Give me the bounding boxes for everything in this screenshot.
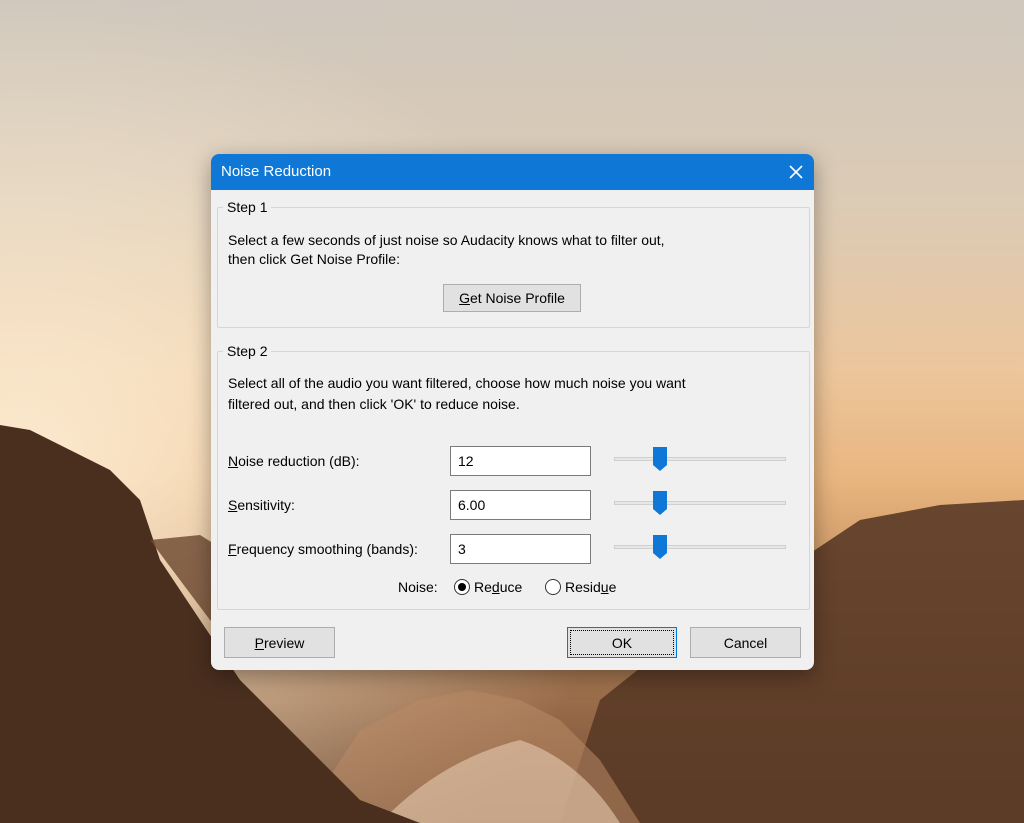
- residue-radio-label[interactable]: Residue: [565, 577, 616, 597]
- close-icon: [789, 165, 803, 179]
- noise-mode-label: Noise:: [398, 579, 438, 595]
- frequency-smoothing-input[interactable]: 3: [450, 534, 591, 564]
- sensitivity-label: Sensitivity:: [228, 495, 295, 515]
- title-bar: Noise Reduction: [211, 154, 814, 190]
- step1-legend: Step 1: [223, 199, 272, 215]
- residue-label-pre: Resid: [565, 579, 601, 595]
- noise-reduction-slider-track[interactable]: [614, 457, 786, 461]
- sensitivity-slider-track[interactable]: [614, 501, 786, 505]
- sensitivity-input[interactable]: 6.00: [450, 490, 591, 520]
- reduce-radio-label[interactable]: Reduce: [474, 577, 522, 597]
- frequency-smoothing-label: Frequency smoothing (bands):: [228, 539, 418, 559]
- step2-instructions-line2: filtered out, and then click 'OK' to red…: [228, 396, 520, 412]
- sensitivity-slider-thumb[interactable]: [653, 491, 667, 515]
- residue-mnemonic: u: [600, 579, 609, 595]
- frequency-smoothing-mnemonic: F: [228, 541, 237, 557]
- get-noise-profile-mnemonic: G: [459, 290, 470, 306]
- reduce-mnemonic: d: [491, 579, 500, 595]
- reduce-radio[interactable]: [454, 579, 470, 595]
- noise-reduction-slider-thumb[interactable]: [653, 447, 667, 471]
- dialog-title: Noise Reduction: [221, 163, 332, 180]
- preview-button[interactable]: Preview: [224, 627, 335, 658]
- get-noise-profile-label: et Noise Profile: [469, 290, 565, 306]
- get-noise-profile-button[interactable]: Get Noise Profile: [443, 284, 581, 312]
- noise-reduction-label: Noise reduction (dB):: [228, 451, 360, 471]
- step2-instructions-line1: Select all of the audio you want filtere…: [228, 375, 686, 391]
- noise-reduction-dialog: Noise Reduction Step 1 Select a few seco…: [211, 154, 814, 670]
- step2-legend: Step 2: [223, 343, 272, 359]
- close-button[interactable]: [778, 154, 814, 190]
- residue-radio[interactable]: [545, 579, 561, 595]
- frequency-smoothing-label-text: requency smoothing (bands):: [236, 541, 418, 557]
- preview-mnemonic: P: [254, 634, 264, 651]
- cancel-button[interactable]: Cancel: [690, 627, 801, 658]
- noise-reduction-mnemonic: N: [228, 453, 239, 469]
- sensitivity-mnemonic: S: [228, 497, 238, 513]
- noise-reduction-label-text: oise reduction (dB):: [238, 453, 360, 469]
- frequency-smoothing-slider-thumb[interactable]: [653, 535, 667, 559]
- noise-reduction-input[interactable]: 12: [450, 446, 591, 476]
- ok-button[interactable]: OK: [567, 627, 677, 658]
- sensitivity-label-text: ensitivity:: [237, 497, 295, 513]
- reduce-radio-selected-dot: [458, 583, 466, 591]
- step1-instructions-line2: then click Get Noise Profile:: [228, 251, 400, 267]
- preview-label: review: [263, 634, 305, 651]
- reduce-label-post: uce: [499, 579, 523, 595]
- frequency-smoothing-slider-track[interactable]: [614, 545, 786, 549]
- step1-instructions-line1: Select a few seconds of just noise so Au…: [228, 232, 665, 248]
- reduce-label-pre: Re: [474, 579, 492, 595]
- residue-label-post: e: [608, 579, 617, 595]
